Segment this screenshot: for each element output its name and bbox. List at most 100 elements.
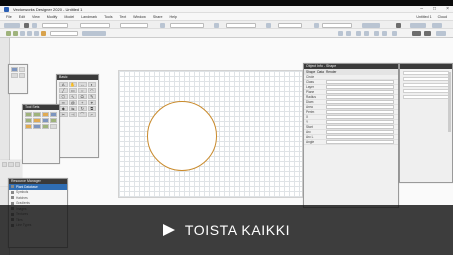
render-icon[interactable]: [160, 23, 165, 28]
dock-tab-2[interactable]: [8, 162, 14, 167]
polyline-tool-icon[interactable]: ∿: [68, 94, 77, 99]
flyover-icon[interactable]: ◐: [87, 82, 96, 87]
menu-landmark[interactable]: Landmark: [81, 15, 97, 19]
detailing-icon[interactable]: [33, 118, 41, 123]
attribute-tool-icon[interactable]: ◆: [59, 106, 68, 111]
snap-angle-icon[interactable]: [20, 31, 25, 36]
plant-icon[interactable]: [41, 124, 49, 129]
settings-icon[interactable]: [432, 23, 442, 28]
plane-dropdown[interactable]: [226, 23, 256, 28]
dimension-tool-icon[interactable]: ↔: [78, 82, 87, 87]
polygon-tool-icon[interactable]: ⬠: [59, 94, 68, 99]
nav-row[interactable]: [403, 83, 449, 87]
menu-tools[interactable]: Tools: [104, 15, 112, 19]
layer-dropdown[interactable]: [120, 23, 148, 28]
eyedropper-tool-icon[interactable]: ⌖: [87, 100, 96, 105]
property-field[interactable]: [326, 110, 394, 114]
menu-help[interactable]: Help: [169, 15, 176, 19]
play-all-overlay[interactable]: TOISTA KAIKKI: [0, 205, 453, 255]
property-field[interactable]: [326, 130, 394, 134]
fill-icon[interactable]: [364, 31, 369, 36]
insertion-icon[interactable]: [33, 124, 41, 129]
close-icon[interactable]: ×: [446, 6, 449, 12]
dims-notes-icon[interactable]: [41, 118, 49, 123]
view-dropdown[interactable]: [80, 23, 110, 28]
minimize-icon[interactable]: –: [420, 6, 423, 12]
undo-icon[interactable]: [32, 23, 37, 28]
menu-model[interactable]: Model: [64, 15, 74, 19]
menu-edit[interactable]: Edit: [19, 15, 25, 19]
palette-scrollbar[interactable]: [448, 72, 451, 132]
property-field[interactable]: [326, 80, 394, 84]
options-dropdown[interactable]: [322, 23, 352, 28]
property-field[interactable]: [326, 115, 394, 119]
locus-tool-icon[interactable]: +: [78, 100, 87, 105]
line-type-icon[interactable]: [392, 31, 397, 36]
arc-tool-icon[interactable]: ◠: [87, 88, 96, 93]
circle-shape[interactable]: [147, 101, 217, 171]
snap-icon[interactable]: [314, 23, 319, 28]
furniture-icon[interactable]: [49, 112, 57, 117]
property-field[interactable]: [326, 100, 394, 104]
standard-dropdown[interactable]: [4, 23, 20, 28]
property-field[interactable]: [326, 90, 394, 94]
nav-row[interactable]: [403, 77, 449, 81]
snap-distance-icon[interactable]: [34, 31, 39, 36]
property-field[interactable]: [326, 140, 394, 144]
sheet-icon[interactable]: [436, 31, 446, 36]
fasteners-icon[interactable]: [49, 124, 57, 129]
double-line-tool-icon[interactable]: ═: [59, 100, 68, 105]
menu-text[interactable]: Text: [120, 15, 127, 19]
landscape-icon[interactable]: [33, 112, 41, 117]
offset-tool-icon[interactable]: ⧉: [87, 106, 96, 111]
menu-view[interactable]: View: [32, 15, 40, 19]
rotate-tool-icon[interactable]: ↻: [78, 106, 87, 111]
help-search[interactable]: [362, 23, 380, 28]
rectangle-tool-icon[interactable]: ▭: [68, 88, 77, 93]
layer-options-icon[interactable]: [266, 23, 271, 28]
pan-tool-icon[interactable]: [18, 67, 25, 72]
clip-tool-icon[interactable]: ✂: [59, 112, 68, 117]
spotlight-icon[interactable]: [49, 118, 57, 123]
maximize-icon[interactable]: □: [433, 6, 436, 12]
tab-render[interactable]: Render: [326, 70, 336, 74]
property-field[interactable]: [326, 105, 394, 109]
property-field[interactable]: [326, 85, 394, 89]
menu-share[interactable]: Share: [153, 15, 163, 19]
property-field[interactable]: [326, 120, 394, 124]
view-3d-icon[interactable]: [412, 31, 421, 36]
oval-tool-icon[interactable]: ⬭: [78, 94, 87, 99]
snap-object-icon[interactable]: [13, 31, 18, 36]
nav-row[interactable]: [403, 95, 449, 99]
pen-icon[interactable]: [374, 31, 379, 36]
tab-data[interactable]: Data: [317, 70, 324, 74]
spiral-tool-icon[interactable]: @: [68, 100, 77, 105]
snap-intersection-icon[interactable]: [27, 31, 32, 36]
saved-view-dropdown[interactable]: [278, 23, 302, 28]
property-field[interactable]: [326, 135, 394, 139]
fillet-tool-icon[interactable]: ⌒: [78, 112, 87, 117]
nav-row[interactable]: [403, 89, 449, 93]
class-dropdown[interactable]: [170, 23, 204, 28]
align-icon[interactable]: [338, 31, 343, 36]
zoom-field[interactable]: [42, 23, 68, 28]
cloud-status[interactable]: [410, 23, 426, 28]
dock-tab-1[interactable]: [2, 162, 8, 167]
cloud-menu[interactable]: Cloud: [438, 15, 447, 19]
pan-icon[interactable]: ✋: [68, 82, 77, 87]
menu-file[interactable]: File: [6, 15, 12, 19]
text-tool-icon[interactable]: A: [59, 82, 68, 87]
machine-design-icon[interactable]: [25, 124, 33, 129]
building-shell-icon[interactable]: [41, 112, 49, 117]
opacity-icon[interactable]: [382, 31, 387, 36]
trim-tool-icon[interactable]: ⊣: [68, 112, 77, 117]
menu-modify[interactable]: Modify: [47, 15, 58, 19]
dock-tab-3[interactable]: [14, 162, 20, 167]
flyover-tool-icon[interactable]: [18, 73, 25, 78]
selection-tool-icon[interactable]: [11, 67, 18, 72]
property-field[interactable]: [326, 125, 394, 129]
line-tool-icon[interactable]: ╱: [59, 88, 68, 93]
circle-tool-icon[interactable]: ○: [78, 88, 87, 93]
zoom-value[interactable]: [50, 31, 78, 36]
nav-row[interactable]: [403, 71, 449, 75]
